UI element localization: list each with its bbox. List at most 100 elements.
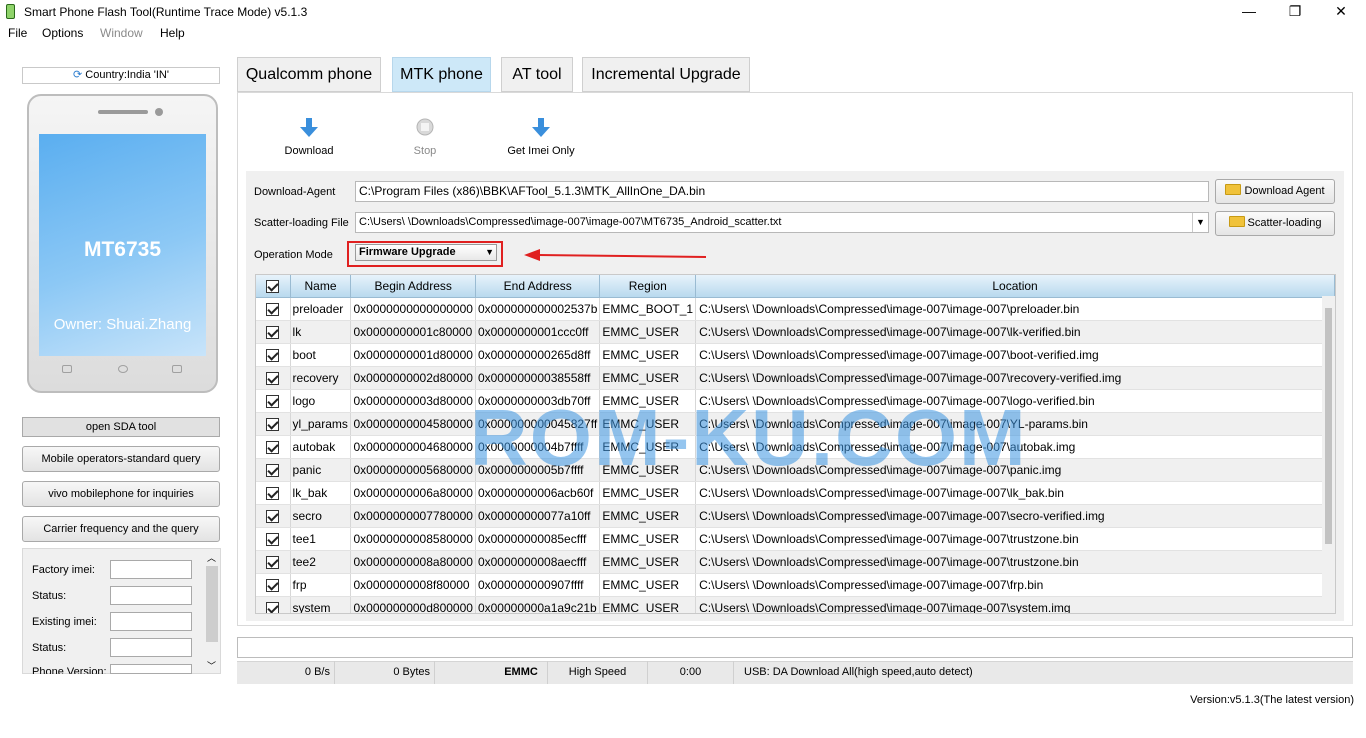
column-header-location[interactable]: Location: [695, 275, 1335, 298]
download-agent-field[interactable]: C:\Program Files (x86)\BBK\AFTool_5.1.3\…: [355, 181, 1209, 202]
table-row[interactable]: logo 0x0000000003d80000 0x0000000003db70ff…: [256, 389, 1335, 413]
table-row[interactable]: panic 0x0000000005680000 0x0000000005b7fff…: [256, 458, 1335, 482]
status-field-2[interactable]: [110, 638, 192, 657]
table-row[interactable]: secro 0x0000000007780000 0x00000000077a10f…: [256, 504, 1335, 528]
existing-imei-label: Existing imei:: [32, 616, 97, 628]
scroll-down-icon[interactable]: ﹀: [207, 659, 216, 672]
table-scroll-thumb[interactable]: [1325, 308, 1332, 544]
tab-qualcomm[interactable]: Qualcomm phone: [237, 57, 381, 92]
menu-help[interactable]: Help: [160, 26, 185, 40]
close-button[interactable]: ✕: [1318, 0, 1364, 24]
tab-at-tool[interactable]: AT tool: [501, 57, 573, 92]
download-button[interactable]: Download: [259, 117, 359, 157]
country-label: Country:India 'IN': [85, 69, 169, 81]
scatter-btn-label: Scatter-loading: [1247, 217, 1322, 229]
stop-label: Stop: [413, 145, 437, 157]
checkbox-checked-icon: [266, 440, 280, 454]
table-row[interactable]: preloader 0x0000000000000000 0x00000000000…: [256, 297, 1335, 321]
menu-file[interactable]: File: [8, 26, 27, 40]
row-checkbox[interactable]: [256, 527, 291, 551]
table-row[interactable]: lk_bak 0x0000000006a80000 0x0000000006acb6…: [256, 481, 1335, 505]
column-header-begin[interactable]: Begin Address: [350, 275, 476, 298]
cell-partition-name: panic: [290, 458, 352, 482]
cell-location: C:\Users\ \Downloads\Compressed\image-00…: [695, 573, 1335, 597]
column-header-name[interactable]: Name: [290, 275, 352, 298]
existing-imei-field[interactable]: [110, 612, 192, 631]
table-row[interactable]: tee2 0x0000000008a80000 0x0000000008aecfff…: [256, 550, 1335, 574]
status-field[interactable]: [110, 586, 192, 605]
row-checkbox[interactable]: [256, 458, 291, 482]
status-label: Status:: [32, 590, 67, 602]
row-checkbox[interactable]: [256, 366, 291, 390]
cell-partition-name: frp: [290, 573, 352, 597]
carrier-frequency-button[interactable]: Carrier frequency and the query: [22, 516, 220, 542]
table-row[interactable]: boot 0x0000000001d80000 0x000000000265d8ff…: [256, 343, 1335, 367]
cell-location: C:\Users\ \Downloads\Compressed\image-00…: [695, 343, 1335, 367]
imei-scroll-thumb[interactable]: [206, 566, 218, 642]
cell-begin-address: 0x0000000008580000: [350, 527, 476, 551]
row-checkbox[interactable]: [256, 320, 291, 344]
table-row[interactable]: tee1 0x0000000008580000 0x00000000085ecfff…: [256, 527, 1335, 551]
row-checkbox[interactable]: [256, 504, 291, 528]
scatter-dropdown-icon[interactable]: ▼: [1192, 213, 1208, 232]
app-icon: [6, 4, 15, 19]
maximize-button[interactable]: ❐: [1272, 0, 1318, 24]
column-header-end[interactable]: End Address: [475, 275, 601, 298]
table-row[interactable]: frp 0x0000000008f80000 0x000000000907ffff E…: [256, 573, 1335, 597]
table-row[interactable]: yl_params 0x0000000004580000 0x00000000004…: [256, 412, 1335, 436]
tab-incremental-upgrade[interactable]: Incremental Upgrade: [582, 57, 750, 92]
table-row[interactable]: system 0x000000000d800000 0x00000000a1a9c2…: [256, 596, 1335, 613]
vivo-inquiries-button[interactable]: vivo mobilephone for inquiries: [22, 481, 220, 507]
red-arrow-annotation: [524, 249, 707, 261]
operators-query-button[interactable]: Mobile operators-standard query: [22, 446, 220, 472]
row-checkbox[interactable]: [256, 596, 291, 613]
cell-partition-name: autobak: [290, 435, 352, 459]
phone-home-key: [118, 365, 128, 373]
get-imei-button[interactable]: Get Imei Only: [491, 117, 591, 157]
row-checkbox[interactable]: [256, 435, 291, 459]
cell-begin-address: 0x0000000004680000: [350, 435, 476, 459]
factory-imei-field[interactable]: [110, 560, 192, 579]
cell-region: EMMC_USER: [599, 412, 697, 436]
row-checkbox[interactable]: [256, 412, 291, 436]
row-checkbox[interactable]: [256, 550, 291, 574]
cell-begin-address: 0x0000000002d80000: [350, 366, 476, 390]
menu-options[interactable]: Options: [42, 26, 83, 40]
table-row[interactable]: recovery 0x0000000002d80000 0x000000000385…: [256, 366, 1335, 390]
row-checkbox[interactable]: [256, 297, 291, 321]
select-all-checkbox[interactable]: [256, 275, 291, 298]
partition-grid: Name Begin Address End Address Region Lo…: [256, 275, 1335, 613]
scatter-loading-button[interactable]: Scatter-loading: [1215, 211, 1335, 236]
status-bytes: 0 Bytes: [335, 661, 435, 684]
phone-camera: [155, 108, 163, 116]
minimize-button[interactable]: —: [1226, 0, 1272, 24]
stop-button[interactable]: Stop: [375, 117, 475, 157]
menu-window[interactable]: Window: [100, 26, 143, 40]
checkbox-checked-icon: [266, 394, 280, 408]
cell-end-address: 0x0000000006acb60f: [475, 481, 601, 505]
version-label: Version:v5.1.3(The latest version): [1190, 694, 1354, 706]
table-row[interactable]: lk 0x0000000001c80000 0x0000000001ccc0ff EM…: [256, 320, 1335, 344]
row-checkbox[interactable]: [256, 389, 291, 413]
cell-end-address: 0x000000000002537b: [475, 297, 601, 321]
row-checkbox[interactable]: [256, 573, 291, 597]
tab-mtk[interactable]: MTK phone: [392, 57, 491, 92]
cell-end-address: 0x0000000003db70ff: [475, 389, 601, 413]
cell-begin-address: 0x0000000003d80000: [350, 389, 476, 413]
open-sda-tool-button[interactable]: open SDA tool: [22, 417, 220, 437]
scroll-up-icon[interactable]: ︿: [207, 551, 216, 564]
scatter-file-field[interactable]: C:\Users\ \Downloads\Compressed\image-00…: [355, 212, 1209, 233]
highlight-box: [347, 241, 503, 267]
checkbox-checked-icon: [266, 601, 280, 613]
phone-version-field[interactable]: [110, 664, 192, 674]
cell-region: EMMC_BOOT_1: [599, 297, 697, 321]
row-checkbox[interactable]: [256, 481, 291, 505]
cell-location: C:\Users\ \Downloads\Compressed\image-00…: [695, 596, 1335, 613]
download-agent-button[interactable]: Download Agent: [1215, 179, 1335, 204]
column-header-region[interactable]: Region: [599, 275, 697, 298]
factory-imei-label: Factory imei:: [32, 564, 95, 576]
row-checkbox[interactable]: [256, 343, 291, 367]
table-row[interactable]: autobak 0x0000000004680000 0x0000000004b7f…: [256, 435, 1335, 459]
status-storage: EMMC: [435, 661, 548, 684]
table-header: Name Begin Address End Address Region Lo…: [256, 275, 1335, 298]
